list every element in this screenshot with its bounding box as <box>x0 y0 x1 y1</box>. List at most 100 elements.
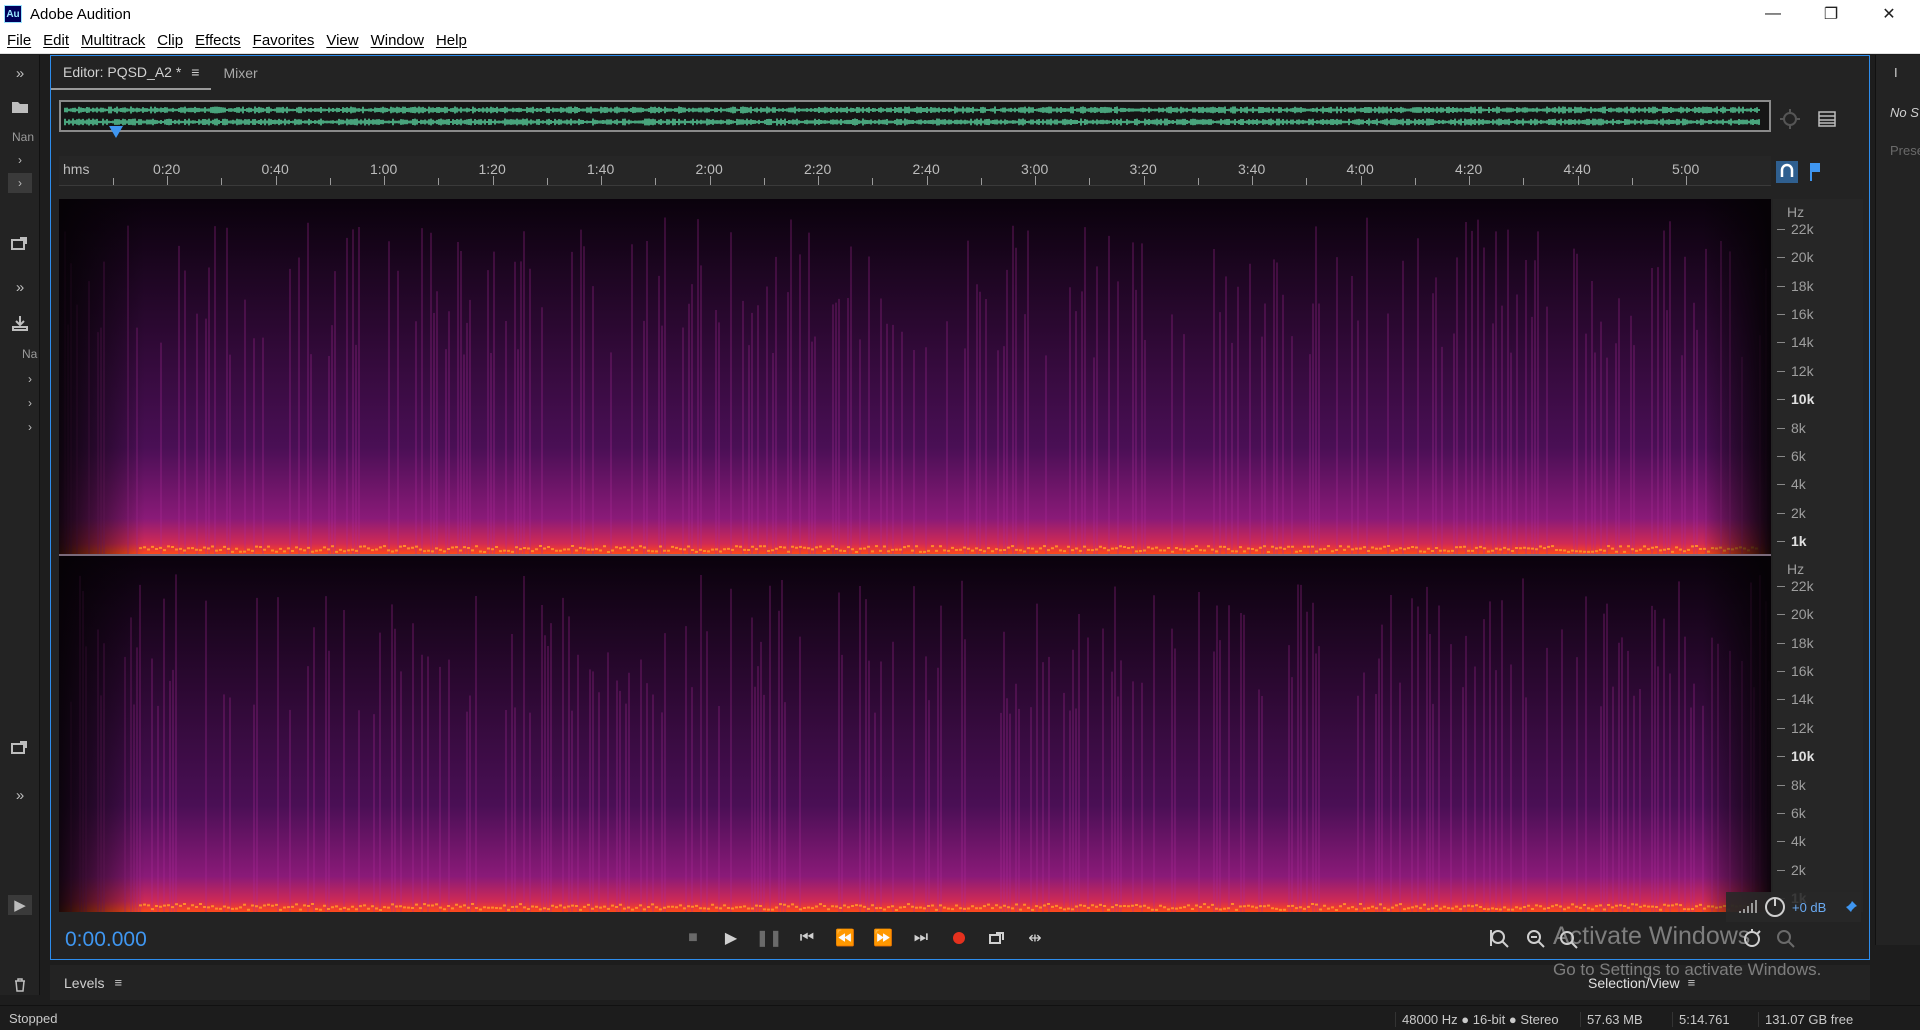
frequency-tick <box>1777 727 1785 729</box>
expand-panel-icon[interactable]: » <box>8 63 32 83</box>
ruler-tick <box>492 176 494 185</box>
open-folder-icon[interactable] <box>8 97 32 117</box>
skip-selection-button[interactable]: ⇹ <box>1021 926 1049 950</box>
panel-grip-icon[interactable]: I <box>1894 65 1898 80</box>
ruler-tick <box>1252 176 1253 185</box>
spectral-display-icon[interactable] <box>1817 110 1837 128</box>
ruler-minor-tick <box>329 178 331 185</box>
spectrogram-channel-right[interactable] <box>59 556 1771 912</box>
spectral-frequency-display[interactable] <box>59 199 1771 912</box>
ruler-minor-tick <box>1306 178 1308 185</box>
ruler-tick <box>384 176 385 185</box>
frequency-scale: Hz 22k 20k 18k 16k 14k 12k 10k 8k 6k 4k 2k 1k Hz 22k 20… <box>1773 199 1863 912</box>
menu-view[interactable]: View <box>326 32 358 49</box>
import-icon[interactable] <box>8 313 32 333</box>
spectrogram-edge-fade <box>59 199 1771 554</box>
frequency-tick <box>1777 671 1785 673</box>
zoom-target-icon[interactable] <box>1779 108 1801 130</box>
menu-effects[interactable]: Effects <box>195 32 241 49</box>
volume-knob-icon[interactable] <box>1764 896 1786 918</box>
go-to-start-button[interactable]: ⏮ <box>793 926 821 950</box>
frequency-tick <box>1777 399 1785 401</box>
ruler-minor-tick <box>112 178 114 185</box>
record-button[interactable] <box>945 926 973 950</box>
pin-icon[interactable] <box>1844 900 1858 914</box>
insert-into-multitrack-icon[interactable] <box>8 233 32 253</box>
ruler-minor-tick <box>438 178 440 185</box>
frequency-label: 22k <box>1791 221 1814 237</box>
chevron-right-icon[interactable]: › <box>18 417 42 437</box>
chevron-right-icon[interactable]: › <box>18 369 42 389</box>
menu-bar: File Edit Multitrack Clip Effects Favori… <box>0 28 1920 54</box>
snap-icon[interactable] <box>1776 161 1798 183</box>
name-column-header: Na <box>22 347 38 361</box>
chevron-right-icon[interactable]: › <box>18 393 42 413</box>
marker-icon[interactable] <box>1803 161 1825 183</box>
go-to-end-button[interactable]: ⏭ <box>907 926 935 950</box>
zoom-in-amplitude-icon[interactable] <box>1489 928 1511 950</box>
overview-waveform-channel <box>64 106 1760 114</box>
zoom-selection-icon[interactable] <box>1775 928 1797 950</box>
frequency-tick <box>1777 642 1785 644</box>
overview-waveform-channel <box>64 118 1760 126</box>
play-button[interactable]: ▶ <box>717 926 745 950</box>
menu-file[interactable]: File <box>7 32 31 49</box>
volume-value[interactable]: +0 dB <box>1792 900 1826 915</box>
menu-favorites[interactable]: Favorites <box>253 32 315 49</box>
playhead-marker[interactable] <box>109 126 123 138</box>
ruler-time-label: 3:40 <box>1238 161 1266 177</box>
panel-menu-icon[interactable]: ≡ <box>191 64 199 80</box>
free-space: 131.07 GB free <box>1758 1012 1853 1027</box>
frequency-label: 2k <box>1791 504 1806 521</box>
ruler-tick <box>1360 176 1362 185</box>
panel-menu-icon[interactable]: ≡ <box>114 975 122 990</box>
ruler-minor-tick <box>1197 178 1199 185</box>
ruler-minor-tick <box>1523 178 1525 185</box>
chevron-right-icon[interactable]: › <box>8 173 32 193</box>
time-ruler[interactable]: hms 0:20 0:40 1:00 1:20 1:40 2:00 2:20 2:40 3:00 3… <box>59 156 1771 186</box>
ruler-minor-tick <box>763 178 765 185</box>
expand-panel-icon[interactable]: » <box>8 785 32 805</box>
rewind-button[interactable]: ⏪ <box>831 926 859 950</box>
trash-icon[interactable] <box>8 975 32 995</box>
timecode-display[interactable]: 0:00.000 <box>65 928 147 952</box>
zoom-out-amplitude-icon[interactable] <box>1525 928 1547 950</box>
chevron-right-icon[interactable]: › <box>8 150 32 170</box>
restore-button[interactable]: ❐ <box>1802 0 1860 28</box>
frequency-label: 22k <box>1791 578 1814 594</box>
loop-button[interactable] <box>983 926 1011 950</box>
waveform-overview[interactable] <box>59 100 1771 132</box>
menu-clip[interactable]: Clip <box>157 32 183 49</box>
minimize-button[interactable]: — <box>1744 0 1802 28</box>
fast-forward-button[interactable]: ⏩ <box>869 926 897 950</box>
stop-button[interactable]: ■ <box>679 926 707 950</box>
frequency-tick <box>1777 756 1785 758</box>
expand-panel-icon[interactable]: » <box>8 277 32 297</box>
insert-into-multitrack-icon[interactable] <box>8 737 32 757</box>
frequency-unit-label: Hz <box>1787 561 1805 577</box>
ruler-time-label: 4:40 <box>1563 161 1591 177</box>
spectrogram-channel-left[interactable] <box>59 199 1771 554</box>
ruler-unit-label: hms <box>63 161 90 177</box>
ruler-time-label: 0:40 <box>261 161 289 177</box>
menu-multitrack[interactable]: Multitrack <box>81 32 145 49</box>
ruler-tick <box>275 176 277 185</box>
menu-help[interactable]: Help <box>436 32 467 49</box>
levels-panel: Levels ≡ <box>50 965 1620 1000</box>
frequency-label: 18k <box>1791 634 1814 651</box>
tab-editor[interactable]: Editor: PQSD_A2 * ≡ <box>51 56 212 90</box>
frequency-tick <box>1777 614 1785 616</box>
frequency-tick <box>1777 342 1785 344</box>
ruler-time-label: 1:40 <box>587 161 615 177</box>
tab-editor-label: Editor: PQSD_A2 * <box>63 64 182 80</box>
levels-tab[interactable]: Levels <box>64 975 104 991</box>
ruler-time-label: 3:20 <box>1129 161 1157 177</box>
ruler-time-label: 2:00 <box>695 161 723 177</box>
close-button[interactable]: ✕ <box>1860 0 1918 28</box>
tab-mixer[interactable]: Mixer <box>211 56 269 90</box>
menu-edit[interactable]: Edit <box>43 32 69 49</box>
play-icon[interactable]: ▶ <box>8 895 32 915</box>
pause-button[interactable]: ❚❚ <box>755 926 783 950</box>
menu-window[interactable]: Window <box>371 32 424 49</box>
activation-watermark-subtitle: Go to Settings to activate Windows. <box>1553 960 1822 979</box>
